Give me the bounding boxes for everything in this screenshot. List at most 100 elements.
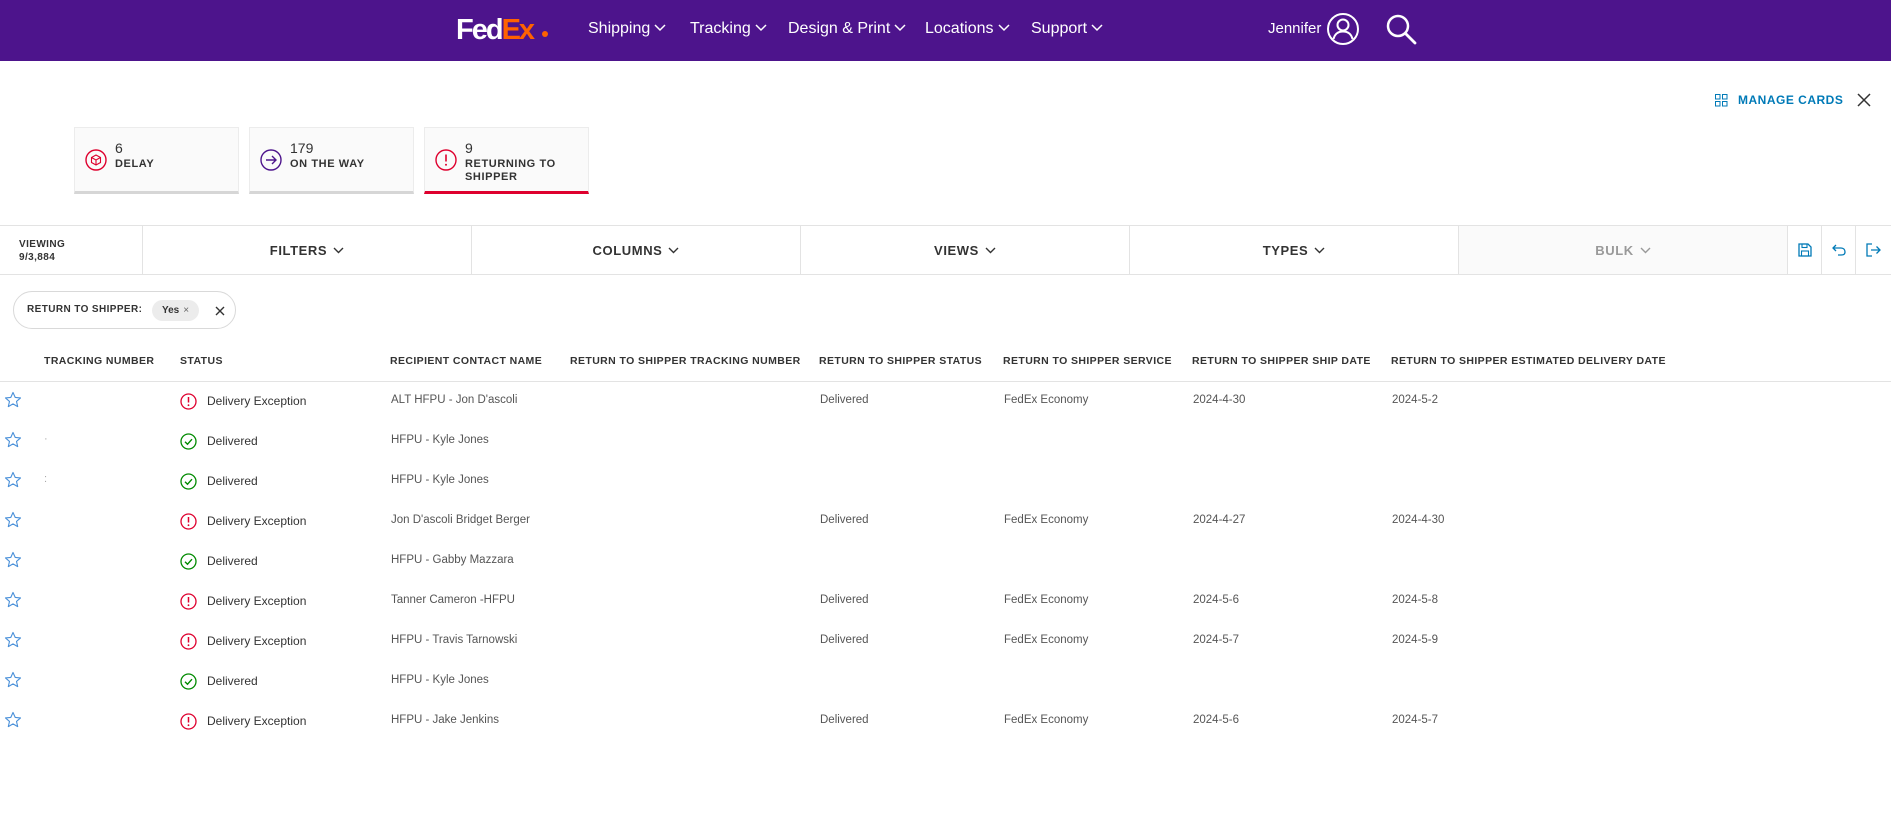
favorite-star-icon[interactable]	[4, 711, 22, 729]
exception-alert-icon	[180, 593, 197, 610]
chevron-down-icon	[997, 24, 1010, 31]
favorite-star-icon[interactable]	[4, 631, 22, 649]
fedex-logo[interactable]: FedEx	[456, 14, 548, 46]
col-tracking-number[interactable]: TRACKING NUMBER	[44, 355, 154, 367]
card-delay[interactable]: 6 DELAY	[74, 127, 239, 194]
viewing-value: 9/3,884	[19, 252, 56, 263]
tracking-number-cell[interactable]: ·	[44, 433, 48, 445]
nav-locations[interactable]: Locations	[925, 18, 1010, 40]
table-row[interactable]: Delivered HFPU - Gabby Mazzara	[0, 541, 1891, 581]
grid-icon	[1715, 93, 1728, 106]
chevron-down-icon	[894, 24, 906, 31]
views-dropdown[interactable]: VIEWS	[800, 226, 1129, 274]
status-cell: Delivery Exception	[207, 394, 307, 408]
logo-dot	[542, 31, 548, 37]
card-on-the-way-label: ON THE WAY	[290, 158, 365, 170]
table-row[interactable]: Delivery Exception HFPU - Jake Jenkins Del…	[0, 701, 1891, 741]
table-row[interactable]: Delivered HFPU - Kyle Jones	[0, 661, 1891, 701]
card-returning-count: 9	[465, 140, 473, 156]
rts-est-date-cell: 2024-5-9	[1392, 634, 1439, 646]
card-returning-to-shipper[interactable]: 9 RETURNING TO SHIPPER	[424, 127, 589, 194]
filter-value-tag[interactable]: Yes ×	[152, 300, 200, 321]
col-rts-service[interactable]: RETURN TO SHIPPER SERVICE	[1003, 355, 1172, 367]
remove-tag-icon[interactable]: ×	[183, 305, 189, 316]
logo-fed: Fed	[456, 14, 504, 46]
favorite-star-icon[interactable]	[4, 511, 22, 529]
favorite-star-icon[interactable]	[4, 431, 22, 449]
table-row[interactable]: Delivery Exception HFPU - Travis Tarnowsk…	[0, 621, 1891, 661]
viewing-label: VIEWING	[19, 239, 66, 250]
arrow-right-circle-icon	[260, 149, 282, 171]
filters-dropdown[interactable]: FILTERS	[142, 226, 471, 274]
table-row[interactable]: : Delivered HFPU - Kyle Jones	[0, 461, 1891, 501]
table-row[interactable]: Delivery Exception Jon D'ascoli Bridget B…	[0, 501, 1891, 541]
tracking-number-cell[interactable]: :	[44, 473, 47, 485]
manage-cards-button[interactable]: MANAGE CARDS	[1715, 91, 1843, 109]
status-cell: Delivery Exception	[207, 634, 307, 648]
recipient-cell: HFPU - Travis Tarnowski	[391, 634, 518, 646]
recipient-cell: HFPU - Kyle Jones	[391, 674, 489, 686]
delivered-check-icon	[180, 673, 197, 690]
search-icon[interactable]	[1384, 12, 1418, 46]
filter-label: RETURN TO SHIPPER:	[27, 304, 143, 315]
table-row[interactable]: · Delivered HFPU - Kyle Jones	[0, 421, 1891, 461]
columns-dropdown[interactable]: COLUMNS	[471, 226, 800, 274]
table-toolbar: VIEWING 9/3,884 FILTERS COLUMNS VIEWS TY…	[0, 225, 1891, 275]
rts-est-date-cell: 2024-5-7	[1392, 714, 1439, 726]
table-row[interactable]: Delivery Exception Tanner Cameron -HFPU De…	[0, 581, 1891, 621]
recipient-cell: Tanner Cameron -HFPU	[391, 594, 515, 606]
bulk-dropdown: BULK	[1458, 226, 1787, 274]
close-icon[interactable]	[1855, 91, 1873, 109]
col-recipient-contact-name[interactable]: RECIPIENT CONTACT NAME	[390, 355, 542, 367]
clear-filter-icon[interactable]	[213, 304, 227, 318]
nav-tracking[interactable]: Tracking	[690, 18, 767, 40]
exception-alert-icon	[180, 513, 197, 530]
rts-service-cell: FedEx Economy	[1004, 714, 1089, 726]
nav-design-print[interactable]: Design & Print	[788, 18, 906, 40]
nav-locations-label: Locations	[925, 20, 994, 37]
col-rts-estimated-delivery-date[interactable]: RETURN TO SHIPPER ESTIMATED DELIVERY DAT…	[1391, 355, 1666, 367]
favorite-star-icon[interactable]	[4, 391, 22, 409]
nav-design-print-label: Design & Print	[788, 20, 891, 37]
recipient-cell: HFPU - Kyle Jones	[391, 434, 489, 446]
rts-ship-date-cell: 2024-4-27	[1193, 514, 1246, 526]
export-button[interactable]	[1855, 226, 1889, 274]
views-label: VIEWS	[934, 242, 979, 258]
nav-shipping[interactable]: Shipping	[588, 18, 666, 40]
card-on-the-way-count: 179	[290, 140, 314, 156]
rts-status-cell: Delivered	[820, 594, 869, 606]
nav-shipping-label: Shipping	[588, 20, 651, 37]
delivered-check-icon	[180, 553, 197, 570]
user-name[interactable]: Jennifer	[1268, 18, 1321, 40]
types-dropdown[interactable]: TYPES	[1129, 226, 1458, 274]
chevron-down-icon	[985, 247, 996, 253]
chevron-down-icon	[1640, 247, 1651, 253]
undo-button[interactable]	[1821, 226, 1855, 274]
recipient-cell: ALT HFPU - Jon D'ascoli	[391, 394, 518, 406]
col-rts-ship-date[interactable]: RETURN TO SHIPPER SHIP DATE	[1192, 355, 1371, 367]
card-on-the-way[interactable]: 179 ON THE WAY	[249, 127, 414, 194]
card-delay-count: 6	[115, 140, 123, 156]
favorite-star-icon[interactable]	[4, 551, 22, 569]
table-row[interactable]: Delivery Exception ALT HFPU - Jon D'ascol…	[0, 381, 1891, 421]
favorite-star-icon[interactable]	[4, 591, 22, 609]
favorite-star-icon[interactable]	[4, 671, 22, 689]
alert-circle-icon	[435, 149, 457, 171]
status-cell: Delivery Exception	[207, 714, 307, 728]
favorite-star-icon[interactable]	[4, 471, 22, 489]
undo-icon	[1831, 244, 1846, 256]
user-account-icon[interactable]	[1326, 12, 1360, 46]
nav-support[interactable]: Support	[1031, 18, 1103, 40]
chevron-down-icon	[668, 247, 679, 253]
card-delay-label: DELAY	[115, 158, 155, 170]
rts-status-cell: Delivered	[820, 634, 869, 646]
rts-ship-date-cell: 2024-5-7	[1193, 634, 1240, 646]
col-status[interactable]: STATUS	[180, 355, 223, 367]
viewing-count: VIEWING 9/3,884	[19, 238, 65, 264]
types-label: TYPES	[1262, 242, 1309, 258]
col-rts-tracking-number[interactable]: RETURN TO SHIPPER TRACKING NUMBER	[570, 355, 801, 367]
rts-est-date-cell: 2024-5-2	[1392, 394, 1439, 406]
col-rts-status[interactable]: RETURN TO SHIPPER STATUS	[819, 355, 982, 367]
save-view-button[interactable]	[1787, 226, 1821, 274]
rts-status-cell: Delivered	[820, 394, 869, 406]
